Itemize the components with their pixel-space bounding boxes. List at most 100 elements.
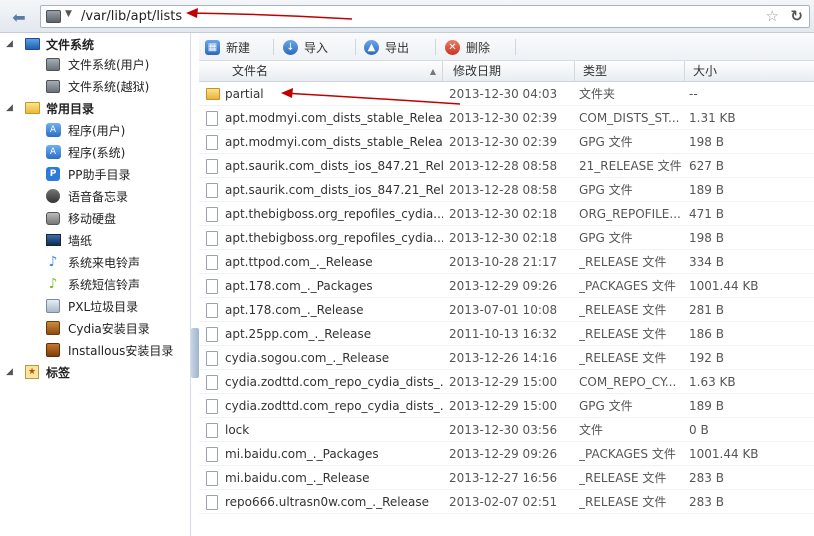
sidebar-item-filesystem-jailbreak[interactable]: 文件系统(越狱) [0, 75, 191, 97]
path-text[interactable]: /var/lib/apt/lists [81, 9, 182, 24]
file-name-cell: apt.thebigboss.org_repofiles_cydia... [225, 207, 443, 221]
column-header-date[interactable]: 修改日期 [443, 61, 575, 82]
file-size-cell: 283 B [689, 495, 724, 509]
sidebar-item-sms-tones[interactable]: ♪ 系统短信铃声 [0, 273, 191, 295]
sidebar-item-voice-memos[interactable]: 语音备忘录 [0, 185, 191, 207]
sidebar-item-cydia-dir[interactable]: Cydia安装目录 [0, 317, 191, 339]
sidebar-item-label: 移动硬盘 [68, 211, 117, 226]
sidebar-group-filesystem[interactable]: ◢ 文件系统 [0, 33, 191, 55]
table-row[interactable]: apt.saurik.com_dists_ios_847.21_Rel... 20… [199, 154, 814, 178]
modified-date-cell: 2013-12-30 04:03 [449, 87, 558, 101]
collapse-arrow-icon[interactable]: ◢ [6, 367, 13, 377]
file-name-cell: cydia.zodttd.com_repo_cydia_dists_... [225, 399, 443, 413]
sidebar-group-common-dirs[interactable]: ◢ 常用目录 [0, 97, 191, 119]
table-row[interactable]: cydia.zodttd.com_repo_cydia_dists_... 201… [199, 394, 814, 418]
file-size-cell: 186 B [689, 327, 724, 341]
modified-date-cell: 2013-10-28 21:17 [449, 255, 558, 269]
file-icon [206, 183, 218, 198]
file-size-cell: -- [689, 87, 698, 101]
file-size-cell: 1001.44 KB [689, 447, 759, 461]
file-icon [206, 207, 218, 222]
file-icon [206, 255, 218, 270]
table-row[interactable]: lock 2013-12-30 03:56 文件 0 B [199, 418, 814, 442]
modified-date-cell: 2013-12-27 16:56 [449, 471, 558, 485]
file-name-cell: mi.baidu.com_._Packages [225, 447, 379, 461]
sidebar-item-ringtones[interactable]: ♪ 系统来电铃声 [0, 251, 191, 273]
table-row[interactable]: apt.thebigboss.org_repofiles_cydia... 201… [199, 226, 814, 250]
star-icon[interactable]: ☆ [766, 7, 779, 25]
table-row[interactable]: cydia.zodttd.com_repo_cydia_dists_... 201… [199, 370, 814, 394]
file-name-cell: cydia.sogou.com_._Release [225, 351, 390, 365]
file-icon [206, 327, 218, 342]
export-button[interactable]: ▲ 导出 [364, 37, 409, 57]
import-button-label: 导入 [304, 40, 329, 55]
column-header-name[interactable]: 文件名 ▲ [199, 61, 443, 82]
table-header: 文件名 ▲ 修改日期 类型 大小 [199, 61, 814, 82]
file-type-cell: 文件夹 [579, 87, 616, 101]
table-row[interactable]: apt.modmyi.com_dists_stable_Relea... 2013… [199, 106, 814, 130]
refresh-icon[interactable]: ↻ [790, 7, 803, 25]
table-row[interactable]: apt.25pp.com_._Release 2011-10-13 16:32 _R… [199, 322, 814, 346]
path-field[interactable]: ▼ /var/lib/apt/lists ☆ ↻ [40, 5, 810, 28]
table-row[interactable]: partial 2013-12-30 04:03 文件夹 -- [199, 82, 814, 106]
table-row[interactable]: mi.baidu.com_._Packages 2013-12-29 09:26 _… [199, 442, 814, 466]
sidebar-item-filesystem-user[interactable]: 文件系统(用户) [0, 53, 191, 75]
file-name-cell: mi.baidu.com_._Release [225, 471, 370, 485]
collapse-arrow-icon[interactable]: ◢ [6, 39, 13, 49]
file-icon [206, 303, 218, 318]
column-header-type[interactable]: 类型 [575, 61, 685, 82]
table-row[interactable]: apt.thebigboss.org_repofiles_cydia... 201… [199, 202, 814, 226]
table-row[interactable]: apt.modmyi.com_dists_stable_Relea... 2013… [199, 130, 814, 154]
file-icon [206, 135, 218, 150]
sidebar-group-label: 文件系统 [46, 37, 95, 52]
toolbar-divider [435, 39, 436, 55]
file-name-cell: apt.saurik.com_dists_ios_847.21_Rel... [225, 159, 443, 173]
hard-disk-icon [45, 211, 61, 226]
table-row[interactable]: apt.saurik.com_dists_ios_847.21_Rel... 20… [199, 178, 814, 202]
new-button[interactable]: ▦ 新建 [205, 37, 250, 57]
sidebar-item-pp-dir[interactable]: P PP助手目录 [0, 163, 191, 185]
table-row[interactable]: repo666.ultrasn0w.com_._Release 2013-02-0… [199, 490, 814, 514]
file-name-cell: apt.ttpod.com_._Release [225, 255, 373, 269]
toolbar-divider [355, 39, 356, 55]
table-row[interactable]: apt.178.com_._Packages 2013-12-29 09:26 _P… [199, 274, 814, 298]
sidebar-item-mobile-disk[interactable]: 移动硬盘 [0, 207, 191, 229]
sidebar-splitter-handle[interactable] [191, 328, 199, 378]
file-type-cell: GPG 文件 [579, 399, 633, 413]
sidebar-item-wallpaper[interactable]: 墙纸 [0, 229, 191, 251]
table-row[interactable]: cydia.sogou.com_._Release 2013-12-26 14:1… [199, 346, 814, 370]
file-toolbar: ▦ 新建 ↓ 导入 ▲ 导出 ✕ 删除 [199, 33, 814, 61]
file-size-cell: 283 B [689, 471, 724, 485]
app-icon: A [45, 145, 61, 160]
collapse-arrow-icon[interactable]: ◢ [6, 103, 13, 113]
file-size-cell: 198 B [689, 135, 724, 149]
sidebar-item-apps-user[interactable]: A 程序(用户) [0, 119, 191, 141]
sidebar-item-pxl-trash[interactable]: PXL垃圾目录 [0, 295, 191, 317]
table-row[interactable]: mi.baidu.com_._Release 2013-12-27 16:56 _R… [199, 466, 814, 490]
column-header-size[interactable]: 大小 [685, 61, 814, 82]
import-button[interactable]: ↓ 导入 [283, 37, 328, 57]
back-arrow-icon[interactable]: ⬅ [6, 6, 32, 28]
file-name-cell: apt.modmyi.com_dists_stable_Relea... [225, 111, 443, 125]
sidebar-item-label: 程序(系统) [68, 145, 126, 160]
file-name-cell: cydia.zodttd.com_repo_cydia_dists_... [225, 375, 443, 389]
sidebar-item-installous-dir[interactable]: Installous安装目录 [0, 339, 191, 361]
table-row[interactable]: apt.178.com_._Release 2013-07-01 10:08 _RE… [199, 298, 814, 322]
table-row[interactable]: apt.ttpod.com_._Release 2013-10-28 21:17 _… [199, 250, 814, 274]
file-icon [206, 447, 218, 462]
sidebar-item-apps-system[interactable]: A 程序(系统) [0, 141, 191, 163]
chevron-down-icon[interactable]: ▼ [65, 9, 72, 19]
sidebar-group-tags[interactable]: ◢ ★ 标签 [0, 361, 191, 383]
file-size-cell: 189 B [689, 183, 724, 197]
file-icon [206, 279, 218, 294]
file-type-cell: _RELEASE 文件 [579, 303, 667, 317]
delete-button[interactable]: ✕ 删除 [445, 37, 490, 57]
file-icon [206, 111, 218, 126]
modified-date-cell: 2013-12-28 08:58 [449, 159, 558, 173]
file-type-cell: GPG 文件 [579, 135, 633, 149]
modified-date-cell: 2013-02-07 02:51 [449, 495, 558, 509]
file-type-cell: _RELEASE 文件 [579, 351, 667, 365]
drive-icon[interactable] [46, 10, 61, 23]
file-name-cell: apt.saurik.com_dists_ios_847.21_Rel... [225, 183, 443, 197]
file-type-cell: _RELEASE 文件 [579, 495, 667, 509]
